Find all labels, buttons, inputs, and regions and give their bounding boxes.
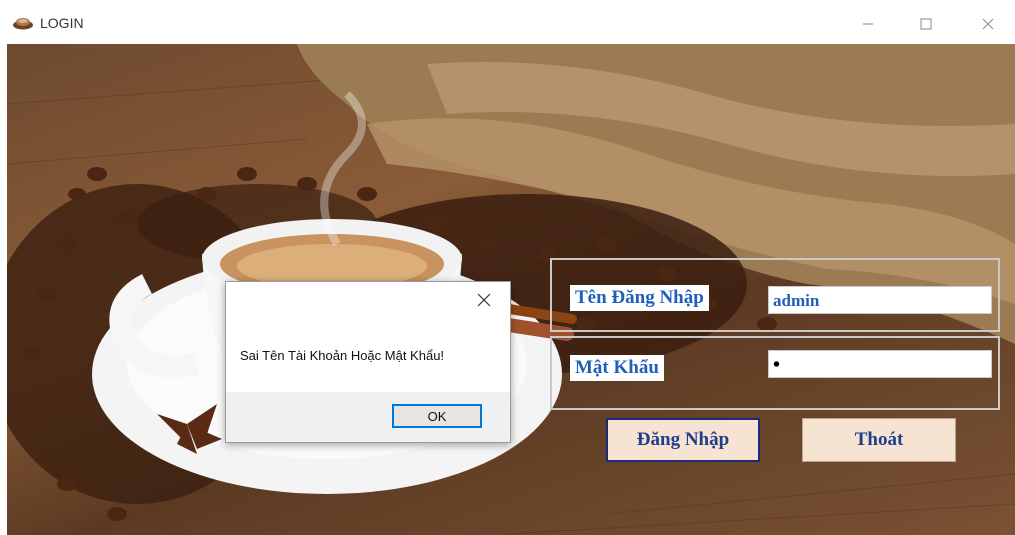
error-dialog: Sai Tên Tài Khoản Hoặc Mật Khẩu! OK bbox=[225, 281, 511, 443]
close-icon bbox=[477, 293, 491, 307]
maximize-button[interactable] bbox=[906, 10, 946, 38]
dialog-footer: OK bbox=[226, 392, 510, 442]
maximize-icon bbox=[920, 18, 932, 30]
username-input[interactable]: admin bbox=[768, 286, 992, 314]
login-button[interactable]: Đăng Nhập bbox=[606, 418, 760, 462]
exit-button[interactable]: Thoát bbox=[802, 418, 956, 462]
password-input[interactable]: • bbox=[768, 350, 992, 378]
dialog-message: Sai Tên Tài Khoản Hoặc Mật Khẩu! bbox=[240, 348, 445, 363]
dialog-close-button[interactable] bbox=[474, 290, 494, 310]
window-title: LOGIN bbox=[40, 15, 84, 31]
username-label: Tên Đăng Nhập bbox=[570, 285, 709, 311]
close-icon bbox=[982, 18, 994, 30]
coffee-cup-icon bbox=[13, 18, 33, 30]
minimize-icon bbox=[863, 23, 873, 25]
minimize-button[interactable] bbox=[848, 10, 888, 38]
close-button[interactable] bbox=[968, 10, 1008, 38]
ok-button[interactable]: OK bbox=[392, 404, 482, 428]
title-bar: LOGIN bbox=[0, 0, 1015, 44]
password-label: Mật Khẩu bbox=[570, 355, 664, 381]
